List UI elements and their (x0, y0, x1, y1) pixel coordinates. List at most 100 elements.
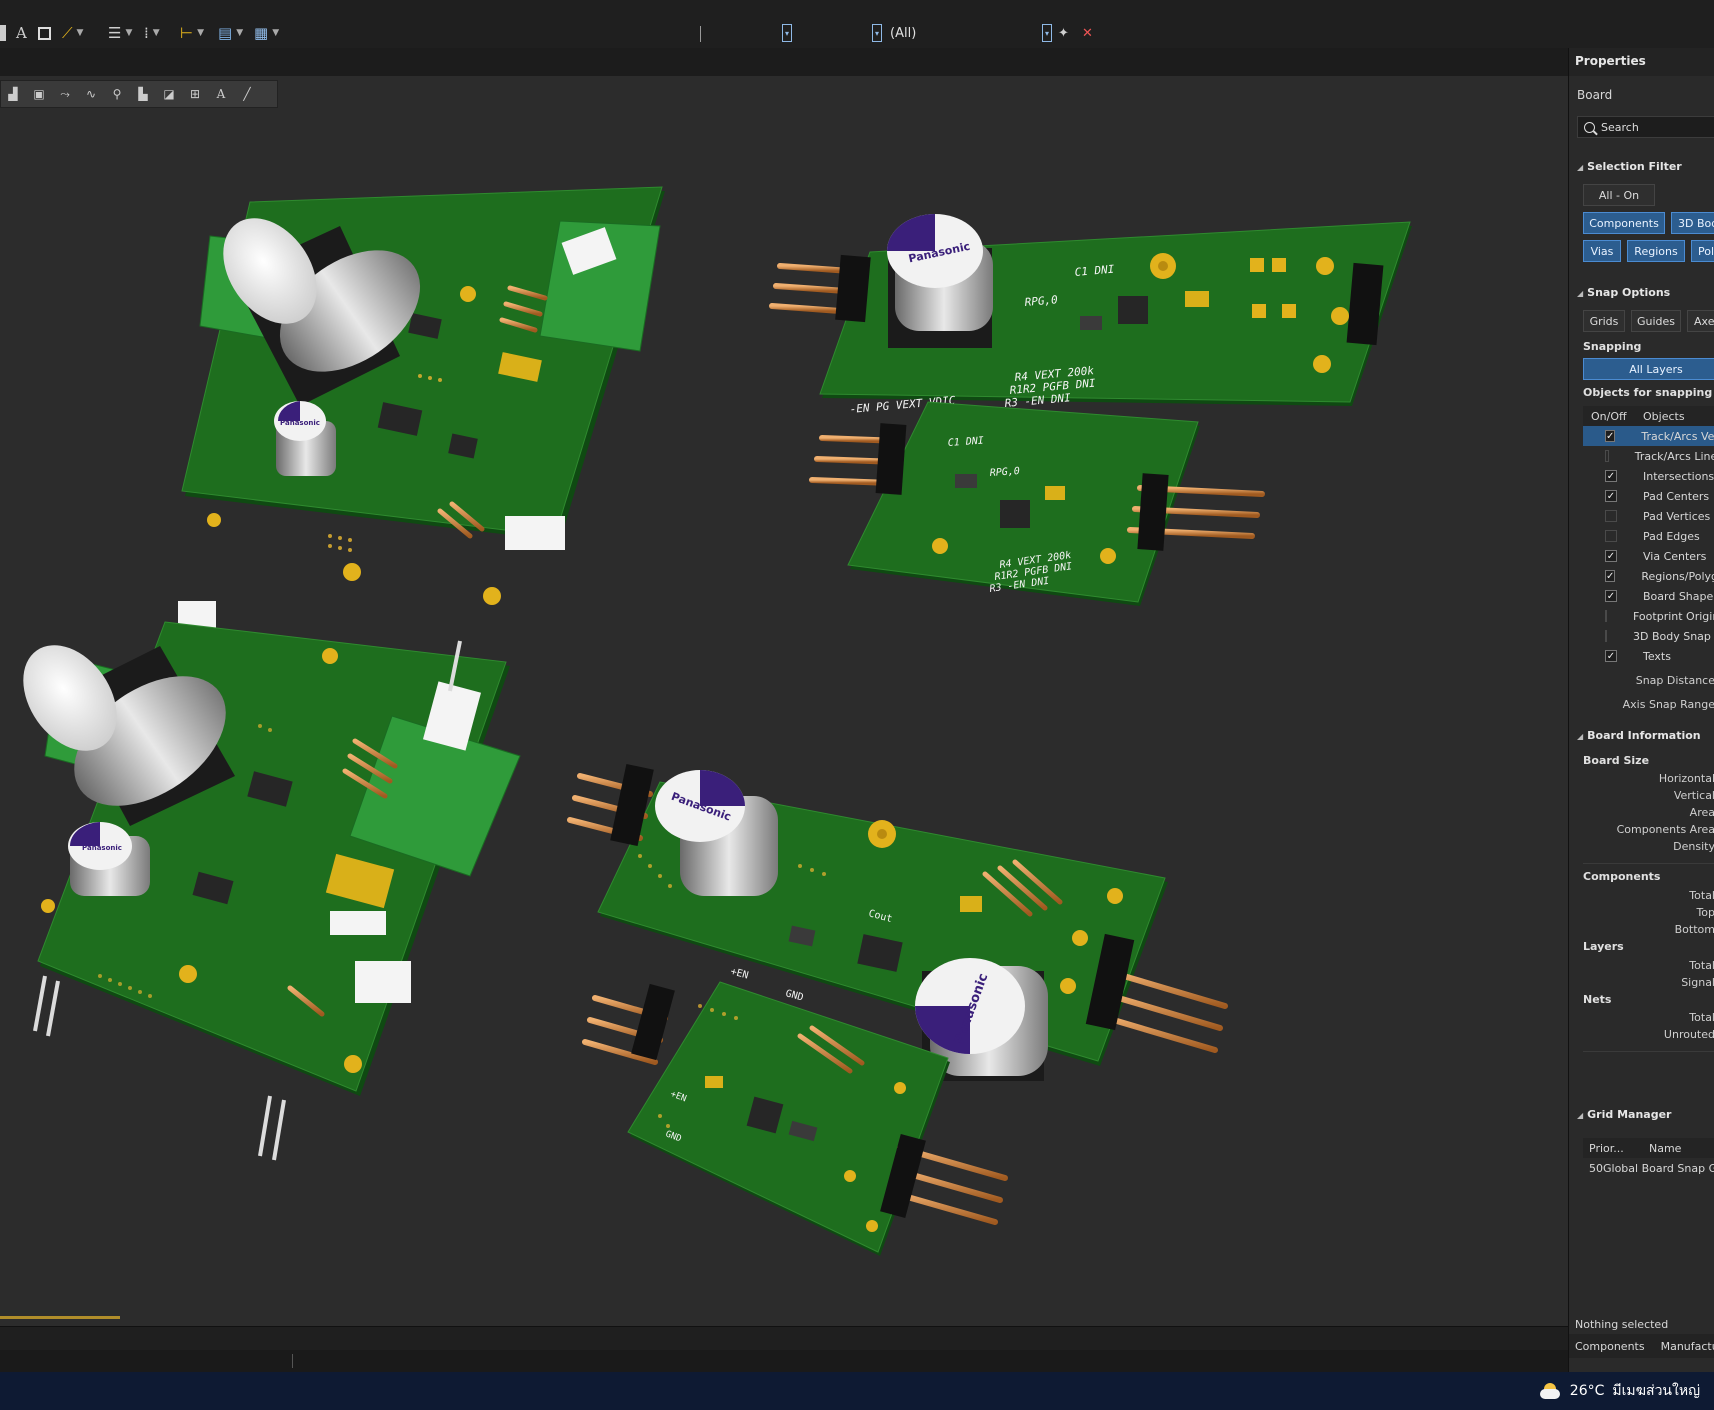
info-label: Top (1696, 906, 1714, 919)
windows-taskbar: 26°C มีเมฆส่วนใหญ่ (0, 1372, 1714, 1410)
section-selection-filter[interactable]: ◢ Selection Filter (1577, 160, 1682, 173)
distribute-icon[interactable]: ⁞ ▼ (144, 22, 160, 44)
variant-dropdown[interactable]: ▾ (782, 24, 792, 42)
all-on-button[interactable]: All - On (1583, 184, 1655, 206)
text-icon[interactable]: A (16, 22, 27, 44)
info-label: Components Area (1616, 823, 1714, 836)
checkbox[interactable] (1605, 510, 1617, 522)
checkbox[interactable]: ✓ (1605, 470, 1617, 482)
size-icon[interactable]: ⊢ ▼ (180, 22, 204, 44)
pcb-board-d[interactable]: R4 VEXT 200k R1R2 PGFB DNI R3 -EN DNI C1… (809, 401, 1265, 606)
panel-title: Properties (1575, 54, 1646, 68)
layer-filter-dropdown[interactable]: ▾ (872, 24, 882, 42)
axis-snap-range-label: Axis Snap Range (1622, 698, 1714, 711)
align-icon[interactable]: ☰ ▼ (108, 22, 132, 44)
snap-object-row[interactable]: ✓ Board Shape (1583, 586, 1714, 606)
silkscreen-label: RPG,0 (989, 466, 1020, 479)
select-rect-icon[interactable] (0, 22, 6, 44)
checkbox[interactable]: ✓ (1605, 650, 1617, 662)
pcb-3d-viewport[interactable]: ▟ ▣ ⤳ ∿ ⚲ ▙ ◪ ⊞ A ╱ Panasonic Panasonic … (0, 76, 1568, 1326)
collapse-triangle-icon: ◢ (1577, 289, 1584, 298)
section-board-information[interactable]: ◢ Board Information (1577, 729, 1701, 742)
snap-guides-button[interactable]: Guides (1631, 310, 1681, 332)
checkbox[interactable]: ✓ (1605, 550, 1617, 562)
info-label: Area (1689, 806, 1714, 819)
toolbar-separator (700, 26, 701, 42)
snapping-all-layers-button[interactable]: All Layers (1583, 358, 1714, 380)
filter-components-button[interactable]: Components (1583, 212, 1665, 234)
checkbox[interactable]: ✓ (1605, 430, 1616, 442)
snap-object-row[interactable]: Pad Vertices (1583, 506, 1714, 526)
silkscreen-label: GND (784, 988, 804, 1003)
pcb-board-e[interactable]: Panasonic Panasonic +EN GND Cout (567, 763, 1228, 1081)
selection-dropdown[interactable]: ▾ (1042, 24, 1052, 42)
col-name[interactable]: Name (1649, 1142, 1681, 1155)
weather-text: มีเมฆส่วนใหญ่ (1612, 1383, 1700, 1399)
search-input[interactable]: Search (1577, 116, 1714, 138)
snap-object-row[interactable]: ✓ Via Centers (1583, 546, 1714, 566)
checkbox[interactable]: ✓ (1605, 590, 1617, 602)
filter-polygons-button[interactable]: Polygons (1691, 240, 1714, 262)
grid-table-header: Prior... Name (1583, 1138, 1714, 1158)
layer-stack-icon[interactable]: ▤ ▼ (218, 22, 243, 44)
snap-object-row[interactable]: Track/Arcs Lines (1583, 446, 1714, 466)
grid-name: Global Board Snap Grid (1603, 1161, 1714, 1175)
snap-object-row[interactable]: ✓Track/Arcs Vertices (1583, 426, 1714, 446)
snap-objects-header: On/Off Objects (1583, 406, 1714, 426)
info-label: Vertical (1673, 789, 1714, 802)
divider (1583, 1051, 1714, 1052)
snap-axes-button[interactable]: Axes (1687, 310, 1714, 332)
checkbox[interactable] (1605, 530, 1617, 542)
objects-for-snapping-label: Objects for snapping (1583, 386, 1713, 399)
snap-object-row[interactable]: ✓Regions/Polygons (1583, 566, 1714, 586)
col-objects: Objects (1643, 409, 1685, 423)
main-toolbar: A ⟋ ▼ ☰ ▼ ⁞ ▼ ⊢ ▼ ▤ ▼ ▦ ▼ ▾ ▾ (All) ▾ ✦ ✕ (0, 0, 1714, 49)
pcb-board-a[interactable]: Panasonic (178, 186, 665, 641)
pcb-board-c[interactable]: Panasonic R4 VEXT 200k R1R2 PGFB DNI R3 … (769, 214, 1483, 416)
checkbox[interactable] (1605, 630, 1607, 642)
object-type-label: Board (1577, 88, 1613, 102)
snap-object-row[interactable]: ✓ Texts (1583, 646, 1714, 666)
snap-object-row[interactable]: Footprint Origins (1583, 606, 1714, 626)
tab-components[interactable]: Components (1575, 1340, 1645, 1353)
grid-row[interactable]: 50 Global Board Snap Grid (1583, 1158, 1714, 1178)
nets-label: Nets (1583, 993, 1612, 1006)
partly-cloudy-icon (1539, 1383, 1562, 1399)
collapse-triangle-icon: ◢ (1577, 732, 1584, 741)
filter-vias-button[interactable]: Vias (1583, 240, 1621, 262)
col-onoff: On/Off (1591, 409, 1627, 423)
section-snap-options[interactable]: ◢ Snap Options (1577, 286, 1670, 299)
checkbox[interactable] (1605, 450, 1609, 462)
snap-object-row[interactable]: ✓ Intersections (1583, 466, 1714, 486)
panasonic-capacitor: Panasonic (887, 214, 993, 348)
pcb-board-b[interactable]: Panasonic (4, 621, 521, 1161)
checkbox[interactable] (1605, 610, 1607, 622)
layer-filter-value[interactable]: (All) (890, 26, 916, 41)
snap-object-row[interactable]: ✓ Pad Centers (1583, 486, 1714, 506)
snap-grids-button[interactable]: Grids (1583, 310, 1625, 332)
status-bar (0, 1326, 1568, 1351)
divider (1583, 863, 1714, 864)
properties-panel: Properties Board Search ◢ Selection Filte… (1568, 48, 1714, 1372)
tab-manufacturer[interactable]: Manufacturer (1661, 1340, 1714, 1353)
bottom-tabs: Components Manufacturer (1569, 1334, 1714, 1358)
grid-icon[interactable]: ▦ ▼ (254, 22, 279, 44)
select-filter-icon[interactable]: ✦ (1058, 22, 1069, 44)
weather-widget[interactable]: 26°C มีเมฆส่วนใหญ่ (1539, 1380, 1700, 1402)
info-label: Total (1689, 1011, 1714, 1024)
board-size-label: Board Size (1583, 754, 1650, 767)
filter-regions-button[interactable]: Regions (1627, 240, 1685, 262)
checkbox[interactable]: ✓ (1605, 490, 1617, 502)
col-priority[interactable]: Prior... (1583, 1142, 1649, 1155)
checkbox[interactable]: ✓ (1605, 570, 1616, 582)
component-icon[interactable] (38, 22, 51, 44)
section-grid-manager[interactable]: ◢ Grid Manager (1577, 1108, 1671, 1121)
clear-filter-icon[interactable]: ✕ (1082, 22, 1093, 44)
route-icon[interactable]: ⟋ ▼ (62, 22, 83, 44)
snap-object-row[interactable]: Pad Edges (1583, 526, 1714, 546)
pcb-3d-render[interactable]: Panasonic Panasonic Panasonic R4 VEXT 20… (0, 76, 1568, 1326)
snap-object-row[interactable]: 3D Body Snap Points (1583, 626, 1714, 646)
filter-3d-bodies-button[interactable]: 3D Bodies (1671, 212, 1714, 234)
snap-objects-table: On/Off Objects ✓Track/Arcs Vertices Trac… (1583, 406, 1714, 666)
info-label: Total (1689, 889, 1714, 902)
